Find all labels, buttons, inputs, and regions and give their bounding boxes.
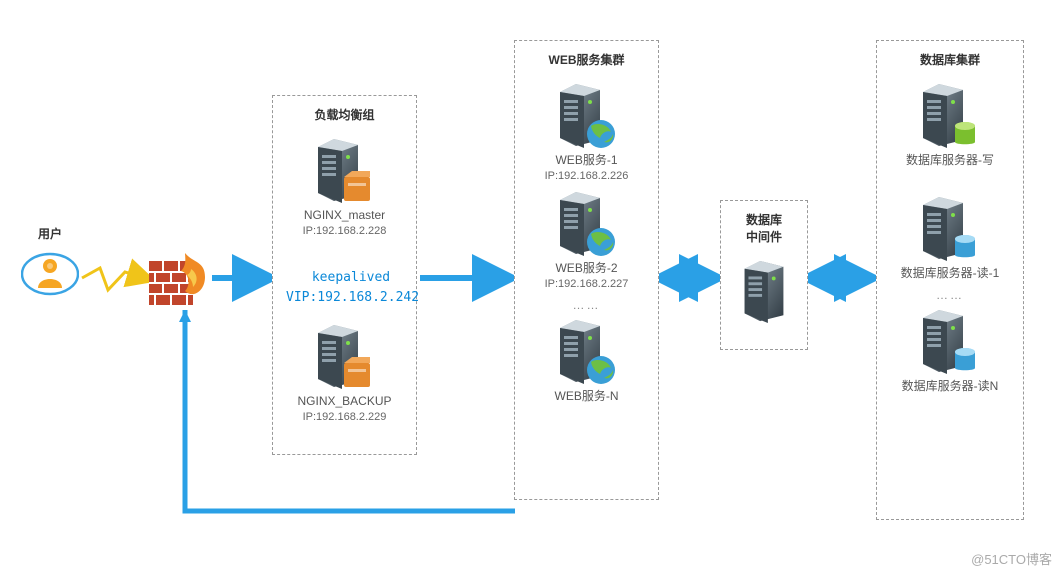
node-label: 数据库服务器-读-1 [887,265,1013,282]
web-ellipsis: …… [525,298,648,312]
middleware-group: 数据库 中间件 [720,200,808,350]
db-read1-node: 数据库服务器-读-1 [887,195,1013,282]
node-label: NGINX_BACKUP IP:192.168.2.229 [283,393,406,425]
db-group: 数据库集群 数据库服务器-写 数据库服务器-读-1 …… 数据库服务器-读N [876,40,1024,520]
web-group: WEB服务集群 WEB服务-1 IP:192.168.2.226 WEB服务-2… [514,40,659,500]
node-label: NGINX_master IP:192.168.2.228 [283,207,406,239]
firewall-icon [145,247,213,311]
user-block: 用户 [15,225,85,300]
nginx-master-node: NGINX_master IP:192.168.2.228 [283,137,406,239]
db-group-title: 数据库集群 [887,47,1013,76]
server-firewall-icon [314,137,376,207]
server-icon [738,259,790,325]
user-icon [21,248,79,300]
watermark: @51CTO博客 [971,549,1052,568]
server-globe-icon [556,318,618,388]
middleware-title: 数据库 中间件 [731,207,797,253]
server-globe-icon [556,190,618,260]
node-label: WEB服务-N [525,388,648,405]
db-write-node: 数据库服务器-写 [887,82,1013,169]
web-node-2: WEB服务-2 IP:192.168.2.227 [525,190,648,292]
server-db-read-icon [919,195,981,265]
user-label: 用户 [15,225,85,242]
node-label: WEB服务-2 IP:192.168.2.227 [525,260,648,292]
web-group-title: WEB服务集群 [525,47,648,76]
web-node-1: WEB服务-1 IP:192.168.2.226 [525,82,648,184]
server-firewall-icon [314,323,376,393]
db-readn-node: 数据库服务器-读N [887,308,1013,395]
node-label: 数据库服务器-写 [887,152,1013,169]
node-label: WEB服务-1 IP:192.168.2.226 [525,152,648,184]
server-db-write-icon [919,82,981,152]
server-globe-icon [556,82,618,152]
node-label: 数据库服务器-读N [887,378,1013,395]
db-ellipsis: …… [887,288,1013,302]
lb-group-title: 负载均衡组 [283,102,406,131]
web-node-n: WEB服务-N [525,318,648,405]
middleware-node [731,259,797,325]
keepalived-label: keepalived VIP:192.168.2.242 [286,268,416,307]
server-db-read-icon [919,308,981,378]
nginx-backup-node: NGINX_BACKUP IP:192.168.2.229 [283,323,406,425]
arrow-user-firewall [82,268,145,290]
